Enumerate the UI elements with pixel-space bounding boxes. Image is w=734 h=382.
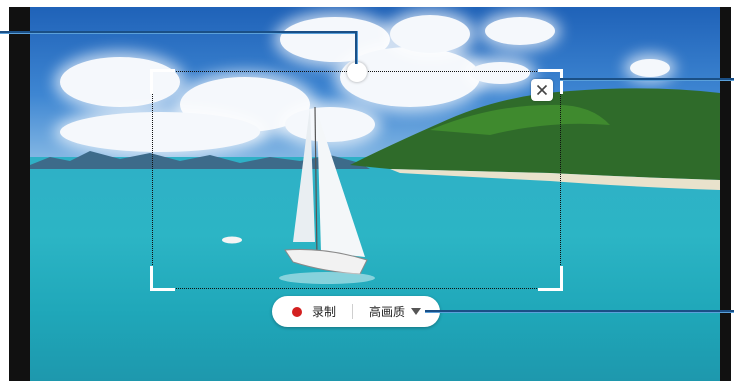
capture-region[interactable] — [150, 69, 563, 291]
record-button[interactable]: 录制 — [272, 296, 336, 327]
quality-label: 高画质 — [369, 305, 406, 319]
callout-line-quality — [425, 310, 734, 312]
cloud — [390, 15, 470, 53]
quality-select[interactable]: 高画质 — [369, 296, 422, 327]
chevron-down-icon — [411, 308, 422, 315]
resize-handle-top-left[interactable] — [150, 69, 175, 94]
cloud — [630, 59, 670, 77]
record-dot-icon — [292, 306, 302, 317]
callout-line-handle-h — [0, 31, 356, 33]
drag-handle-icon[interactable] — [347, 62, 367, 82]
callout-line-handle-v — [355, 31, 357, 64]
close-button[interactable] — [531, 79, 553, 101]
record-label: 录制 — [312, 305, 337, 319]
toolbar-divider — [352, 304, 354, 319]
cloud — [485, 17, 555, 45]
callout-line-corner — [560, 78, 734, 80]
record-toolbar: 录制 高画质 — [272, 296, 440, 327]
resize-handle-bottom-right[interactable] — [538, 266, 563, 291]
close-icon — [536, 84, 548, 96]
resize-handle-bottom-left[interactable] — [150, 266, 175, 291]
